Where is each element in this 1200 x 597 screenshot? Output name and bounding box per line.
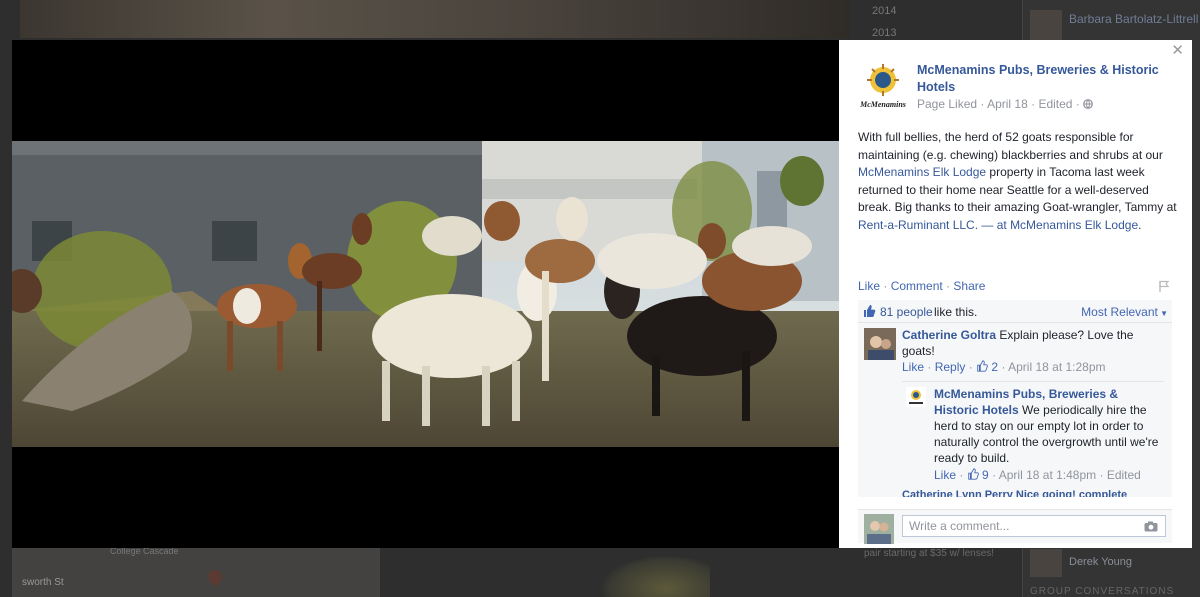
comments-list[interactable]: Catherine Goltra Explain please? Love th…	[858, 323, 1172, 497]
goats-photo-illustration	[12, 141, 839, 447]
post-text-part: With full bellies, the herd of 52 goats …	[858, 130, 1163, 162]
sort-dropdown[interactable]: Most Relevant ▼	[1081, 305, 1168, 319]
action-separator: ·	[1099, 468, 1107, 482]
likes-summary: 81 people like this. Most Relevant ▼	[858, 300, 1172, 323]
edited-link[interactable]: Edited	[1038, 97, 1072, 111]
rent-a-ruminant-link[interactable]: Rent-a-Ruminant LLC	[858, 218, 975, 232]
reply-actions: Like · 9 · April 18 at 1:48pm · Edited	[934, 468, 1141, 482]
meta-separator: ·	[1075, 97, 1084, 111]
comment-timestamp[interactable]: April 18 at 1:28pm	[1008, 360, 1105, 374]
photo-stage[interactable]	[12, 40, 839, 548]
next-comment-preview[interactable]: Catherine Lynn Perry Nice going! complet…	[902, 489, 1127, 497]
comment-reply-button[interactable]: Reply	[935, 360, 966, 374]
post-text-part: .	[1138, 217, 1142, 232]
background-map	[12, 548, 380, 597]
background-group-label: GROUP CONVERSATIONS	[1030, 586, 1175, 597]
reply-edited-link[interactable]: Edited	[1107, 468, 1141, 482]
post-text-part: . — at	[974, 217, 1011, 232]
background-year: 2014	[872, 5, 897, 17]
elk-lodge-location-link[interactable]: McMenamins Elk Lodge	[1010, 218, 1138, 232]
likes-count-link[interactable]: 81 people	[880, 305, 933, 319]
action-separator: ·	[968, 360, 977, 374]
page-liked-status[interactable]: Page Liked	[917, 97, 977, 111]
post-meta: Page Liked · April 18 · Edited ·	[917, 97, 1094, 111]
post-photo[interactable]	[12, 141, 839, 447]
action-separator: ·	[992, 468, 999, 482]
background-plant-image	[600, 555, 710, 597]
likes-suffix-text: like this.	[934, 305, 978, 319]
flag-icon[interactable]	[1158, 280, 1170, 292]
close-icon[interactable]: ✕	[1171, 42, 1184, 60]
comment-like-button[interactable]: Like	[902, 360, 924, 374]
chevron-down-icon: ▼	[1157, 309, 1168, 318]
reply-timestamp[interactable]: April 18 at 1:48pm	[999, 468, 1096, 482]
background-chat-name: Derek Young	[1069, 556, 1132, 568]
logo-wordmark: McMenamins	[859, 100, 906, 109]
comment-composer: Write a comment...	[858, 509, 1172, 544]
background-cover-strip	[20, 0, 850, 38]
comment-button[interactable]: Comment	[891, 279, 943, 293]
like-thumb-icon	[977, 360, 988, 372]
reply-divider	[902, 381, 1164, 382]
share-button[interactable]: Share	[953, 279, 985, 293]
reply-like-count[interactable]: 9	[982, 468, 989, 482]
user-avatar	[864, 514, 894, 544]
page-logo[interactable]: McMenamins	[859, 62, 907, 110]
comment-actions: Like · Reply · 2 · April 18 at 1:28pm	[902, 360, 1106, 374]
globe-icon[interactable]	[1083, 99, 1094, 109]
like-thumb-icon	[967, 468, 979, 480]
post-detail-panel: ✕ McMenamins McMenamins Pubs, Breweries …	[839, 40, 1192, 548]
comment-body: Catherine Goltra Explain please? Love th…	[902, 327, 1164, 359]
like-thumb-icon	[864, 305, 876, 317]
background-map-place-label: sworth St	[22, 577, 64, 588]
reply-author-avatar[interactable]	[906, 387, 926, 407]
camera-icon[interactable]	[1144, 521, 1158, 532]
background-chat-avatar	[1030, 549, 1062, 577]
post-action-bar: Like · Comment · Share	[858, 279, 985, 293]
commenter-avatar[interactable]	[864, 328, 896, 360]
reply-like-button[interactable]: Like	[934, 468, 956, 482]
elk-lodge-link[interactable]: McMenamins Elk Lodge	[858, 165, 986, 179]
action-separator: ·	[927, 360, 935, 374]
action-separator: ·	[959, 468, 967, 482]
comment-author-link[interactable]: Catherine Goltra	[902, 328, 996, 342]
comment-input[interactable]: Write a comment...	[902, 515, 1166, 537]
background-friend-avatar	[1030, 10, 1062, 42]
like-button[interactable]: Like	[858, 279, 880, 293]
background-friend-activity: Barbara Bartolatz-Littrell likes Emma Ma…	[1069, 12, 1200, 26]
sort-label: Most Relevant	[1081, 305, 1158, 319]
comment-like-count[interactable]: 2	[991, 360, 998, 374]
page-name-link[interactable]: McMenamins Pubs, Breweries & Historic Ho…	[917, 62, 1187, 96]
post-date-link[interactable]: April 18	[987, 97, 1028, 111]
background-ad-text: pair starting at $35 w/ lenses!	[864, 548, 995, 559]
post-message: With full bellies, the herd of 52 goats …	[858, 129, 1180, 234]
background-year-list: 2014 2013	[872, 0, 896, 44]
action-separator: ·	[883, 279, 891, 293]
reply-body: McMenamins Pubs, Breweries & Historic Ho…	[934, 386, 1164, 466]
